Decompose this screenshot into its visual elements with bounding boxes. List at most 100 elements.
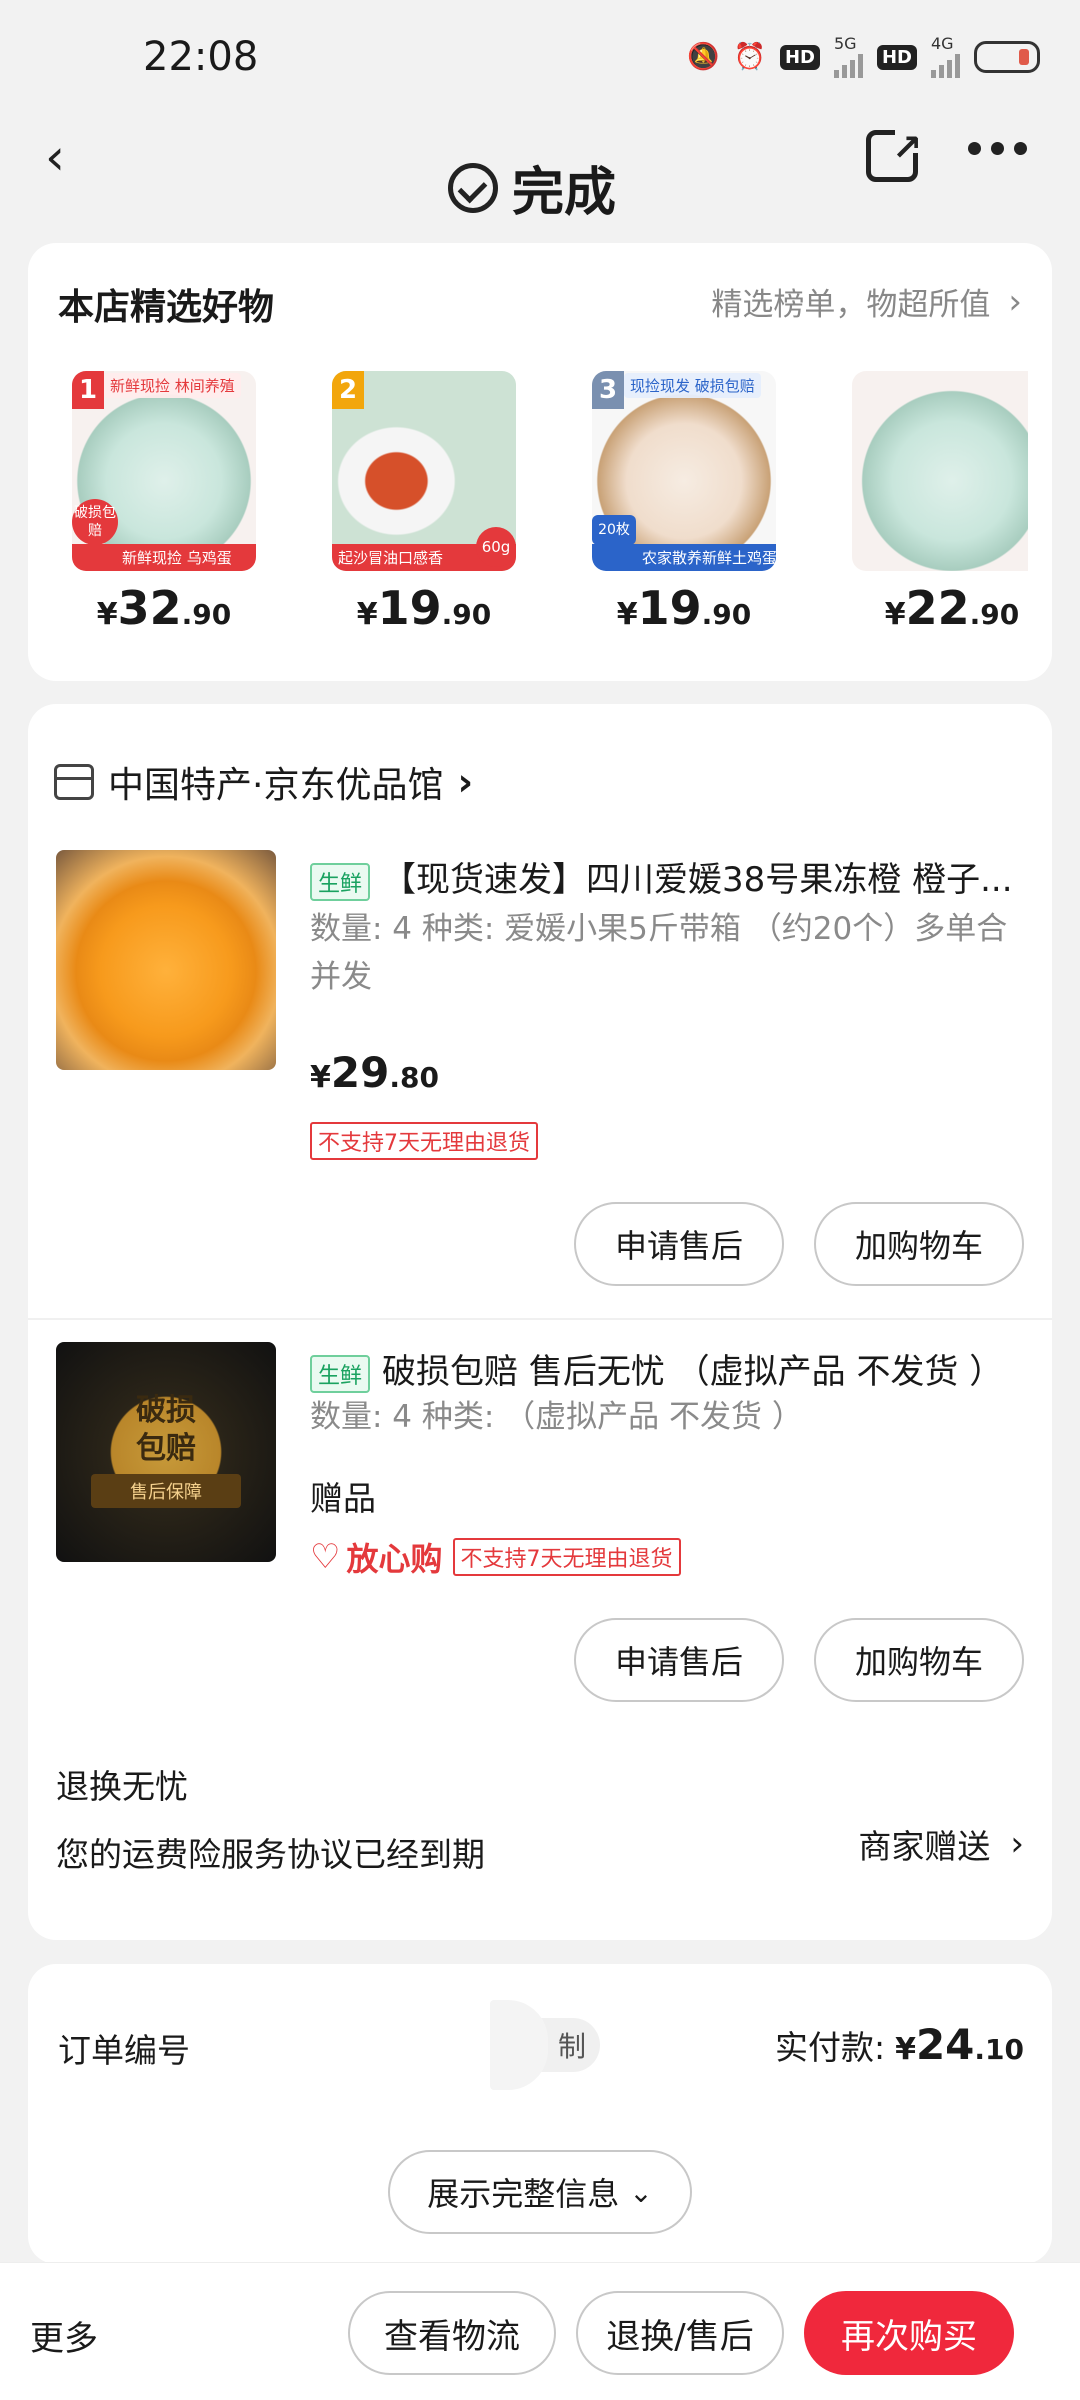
chevron-down-icon: ⌄	[629, 2175, 653, 2209]
pick-item-1[interactable]: 1 新鲜现捡 林间养殖 破损包赔 新鲜现捡 乌鸡蛋 ¥32.90	[72, 371, 256, 635]
apply-after-sale-button[interactable]: 申请售后	[574, 1202, 784, 1286]
buy-again-button[interactable]: 再次购买	[804, 2291, 1014, 2375]
battery-icon	[974, 41, 1040, 73]
signal-4g-icon: 4G	[931, 36, 960, 78]
item-title-text: 【现货速发】四川爱媛38号果冻橙 橙子...	[382, 860, 1013, 900]
exchange-title: 退换无忧	[56, 1767, 188, 1806]
badge-text: 破损 包赔	[56, 1392, 276, 1468]
item-image-orange[interactable]	[56, 850, 276, 1070]
alarm-icon: ⏰	[733, 42, 766, 72]
apply-after-sale-button[interactable]: 申请售后	[574, 1618, 784, 1702]
fresh-tag: 生鲜	[310, 862, 371, 901]
price-int: 32	[117, 581, 182, 635]
bottom-action-bar: 更多 查看物流 退换/售后 再次购买	[0, 2262, 1080, 2400]
hd-badge-1: HD	[779, 44, 820, 70]
store-picks-card: 本店精选好物 精选榜单，物超所值 › 1 新鲜现捡 林间养殖 破损包赔 新鲜现捡…	[28, 243, 1052, 681]
no-return-badge: 不支持7天无理由退货	[310, 1122, 538, 1160]
page-title: 完成	[448, 150, 616, 225]
add-to-cart-button[interactable]: 加购物车	[814, 1202, 1024, 1286]
more-menu-icon[interactable]	[968, 142, 1027, 155]
item-image-guarantee[interactable]: 破损 包赔 售后保障	[56, 1342, 276, 1562]
chevron-right-icon: ›	[457, 760, 474, 804]
rank-badge-1: 1	[72, 371, 104, 409]
picks-ranking-label: 精选榜单，物超所值	[711, 287, 991, 323]
price-dec: .90	[701, 598, 752, 631]
rank-badge-2: 2	[332, 371, 364, 409]
back-button[interactable]: ‹	[45, 132, 85, 182]
divider	[28, 1318, 1052, 1320]
paid-amount: 实付款: ¥24.10	[775, 2020, 1024, 2069]
share-arrow-icon: ↗	[892, 128, 923, 169]
worry-free-row: ♡ 放心购 不支持7天无理由退货	[310, 1534, 681, 1580]
merchant-gift-link[interactable]: 商家赠送 ›	[858, 1820, 1024, 1868]
chevron-right-icon: ›	[1010, 1824, 1024, 1864]
network-5g-label: 5G	[833, 34, 857, 53]
more-button[interactable]: 更多	[30, 2311, 98, 2360]
check-circle-icon	[448, 162, 498, 213]
pick-image-2: 2 起沙冒油口感香 60g	[332, 371, 516, 571]
gift-label: 赠品	[310, 1479, 376, 1518]
store-link[interactable]: 中国特产·京东优品馆 ›	[54, 756, 473, 808]
pick-price-2: ¥19.90	[332, 581, 516, 635]
return-after-sale-button[interactable]: 退换/售后	[576, 2291, 784, 2375]
show-full-info-label: 展示完整信息	[427, 2175, 620, 2213]
pick-tag-1: 新鲜现捡 林间养殖	[104, 373, 241, 398]
pick-item-3[interactable]: 3 现捡现发 破损包赔 20枚 农家散养新鲜土鸡蛋 ¥19.90	[592, 371, 776, 635]
page-title-text: 完成	[512, 163, 617, 223]
price-int: 19	[637, 581, 702, 635]
currency-symbol: ¥	[616, 597, 638, 632]
no-return-badge: 不支持7天无理由退货	[452, 1538, 681, 1576]
store-icon	[54, 764, 94, 800]
currency-symbol: ¥	[96, 597, 118, 632]
pick-caption-1: 新鲜现捡 乌鸡蛋	[72, 544, 256, 571]
view-logistics-button[interactable]: 查看物流	[348, 2291, 556, 2375]
currency-symbol: ¥	[884, 597, 906, 632]
pick-price-4: ¥22.90	[852, 581, 1028, 635]
pick-image-4	[852, 371, 1028, 571]
pick-side-1: 破损包赔	[72, 499, 118, 545]
badge-text-2: 包赔	[136, 1431, 196, 1466]
status-time: 22:08	[143, 34, 259, 80]
pick-side-3: 20枚	[592, 515, 636, 545]
order-items-card: 中国特产·京东优品馆 › 生鲜 【现货速发】四川爱媛38号果冻橙 橙子... 数量…	[28, 704, 1052, 1940]
pick-caption-3: 农家散养新鲜土鸡蛋	[592, 544, 776, 571]
item-spec-1: 数量: 4 种类: 爱媛小果5斤带箱 （约20个）多单合并发	[310, 911, 1008, 995]
status-icons: 🔕 ⏰ HD 5G HD 4G	[687, 36, 1040, 78]
pick-price-3: ¥19.90	[592, 581, 776, 635]
price-int: 29	[330, 1048, 390, 1097]
item-spec-2: 数量: 4 种类: （虚拟产品 不发货 ）	[310, 1399, 803, 1435]
add-to-cart-button[interactable]: 加购物车	[814, 1618, 1024, 1702]
order-number-mask	[490, 2000, 548, 2090]
pick-item-4[interactable]: ¥22.90	[852, 371, 1028, 635]
pick-item-2[interactable]: 2 起沙冒油口感香 60g ¥19.90	[332, 371, 516, 635]
picks-ranking-link[interactable]: 精选榜单，物超所值 ›	[711, 279, 1022, 324]
item-info-1[interactable]: 生鲜 【现货速发】四川爱媛38号果冻橙 橙子... 数量: 4 种类: 爱媛小果5…	[310, 852, 1030, 1001]
mute-icon: 🔕	[687, 42, 720, 72]
price-int: 22	[905, 581, 970, 635]
rank-badge-3: 3	[592, 371, 624, 409]
worry-free-logo: ♡ 放心购	[310, 1534, 443, 1580]
chevron-right-icon: ›	[1008, 281, 1022, 322]
currency-symbol: ¥	[356, 597, 378, 632]
item-title-1: 生鲜 【现货速发】四川爱媛38号果冻橙 橙子...	[310, 852, 1030, 901]
currency-symbol: ¥	[310, 1060, 331, 1095]
item-title-2: 生鲜 破损包赔 售后无忧 （虚拟产品 不发货 ）	[310, 1344, 1030, 1393]
order-info-card: 订单编号 制 实付款: ¥24.10 展示完整信息 ⌄	[28, 1964, 1052, 2264]
hd-badge-2: HD	[876, 44, 917, 70]
pick-image-3: 3 现捡现发 破损包赔 20枚 农家散养新鲜土鸡蛋	[592, 371, 776, 571]
store-name: 中国特产·京东优品馆	[108, 765, 444, 806]
item-info-2[interactable]: 生鲜 破损包赔 售后无忧 （虚拟产品 不发货 ） 数量: 4 种类: （虚拟产品 …	[310, 1344, 1030, 1441]
status-bar: 22:08 🔕 ⏰ HD 5G HD 4G	[0, 0, 1080, 120]
order-number-label: 订单编号	[58, 2031, 190, 2070]
show-full-info-button[interactable]: 展示完整信息 ⌄	[388, 2150, 692, 2234]
picks-title: 本店精选好物	[58, 287, 275, 328]
worry-free-text: 放心购	[346, 1540, 443, 1578]
network-4g-label: 4G	[931, 34, 954, 53]
price-dec: .90	[441, 598, 492, 631]
heart-icon: ♡	[310, 1537, 341, 1577]
price-dec: .80	[389, 1061, 439, 1094]
badge-sub: 售后保障	[91, 1474, 241, 1508]
price-dec: .10	[974, 2033, 1024, 2066]
paid-label: 实付款:	[774, 2028, 886, 2067]
fresh-tag: 生鲜	[310, 1354, 371, 1393]
